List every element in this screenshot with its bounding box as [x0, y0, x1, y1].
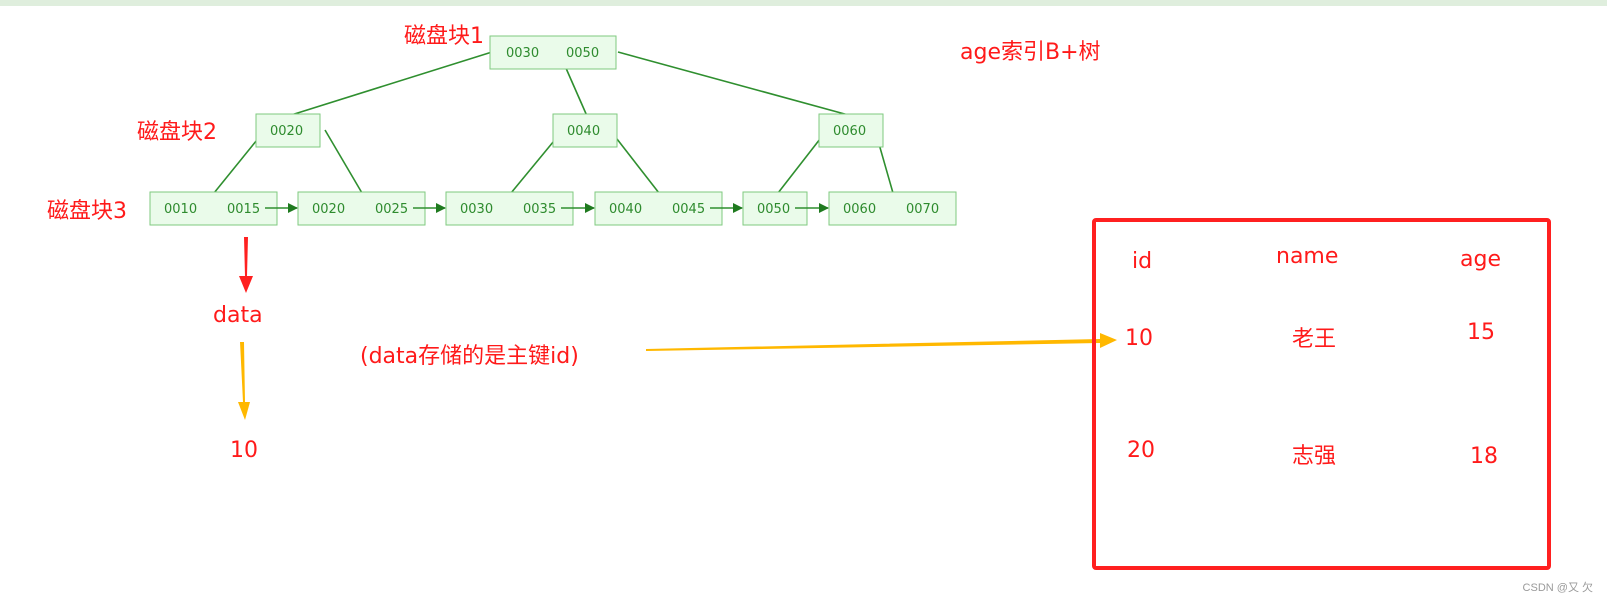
table-header-age: age [1460, 247, 1501, 272]
table-cell-name: 老王 [1292, 327, 1337, 352]
data-value: 10 [230, 438, 258, 463]
edge-root-to-node-0020 [287, 51, 493, 117]
node-key: 0060 [833, 124, 866, 139]
leaf-key: 0045 [672, 202, 705, 217]
disk-block-1-label: 磁盘块1 [404, 24, 484, 49]
table-header-name: name [1276, 244, 1339, 269]
tree-leaf: 0030 0035 [445, 191, 574, 226]
tree-leaf: 0020 0025 [297, 191, 426, 226]
leaf-key: 0015 [227, 202, 260, 217]
leaf-key: 0040 [609, 202, 642, 217]
diagram-title: age索引B+树 [960, 40, 1101, 65]
disk-block-2-label: 磁盘块2 [137, 120, 217, 145]
disk-block-3-label: 磁盘块3 [47, 199, 127, 224]
leaf-key: 0060 [843, 202, 876, 217]
node-key: 0040 [567, 124, 600, 139]
tree-leaf: 0010 0015 [149, 191, 278, 226]
red-arrow-icon [239, 237, 253, 293]
table-cell-age: 18 [1470, 444, 1498, 469]
leaf-key: 0050 [757, 202, 790, 217]
tree-leaf: 0060 0070 [828, 191, 957, 226]
long-yellow-arrow-icon [646, 333, 1117, 351]
leaf-key: 0030 [460, 202, 493, 217]
tree-leaf: 0040 0045 [594, 191, 723, 226]
node-key: 0020 [270, 124, 303, 139]
tree-node-root: 0030 0050 [489, 35, 617, 70]
leaf-key: 0070 [906, 202, 939, 217]
leaf-key: 0010 [164, 202, 197, 217]
node-key: 0030 [506, 46, 539, 61]
table-header-id: id [1132, 249, 1153, 274]
edge-root-to-node-0060 [617, 51, 853, 117]
table-cell-id: 10 [1125, 326, 1153, 351]
watermark: CSDN @又 欠 [1522, 582, 1593, 594]
tree-node-level2: 0060 [818, 113, 884, 148]
leaf-key: 0025 [375, 202, 408, 217]
table-cell-age: 15 [1467, 320, 1495, 345]
data-label: data [213, 303, 263, 328]
primary-key-note: (data存储的是主键id) [360, 344, 579, 369]
tree-node-level2: 0040 [552, 113, 618, 148]
tree-node-level2: 0020 [255, 113, 321, 148]
leaf-key: 0020 [312, 202, 345, 217]
yellow-arrow-icon [238, 342, 250, 420]
table-cell-id: 20 [1127, 438, 1155, 463]
edge-0020-to-leaf2 [324, 129, 363, 194]
leaf-key: 0035 [523, 202, 556, 217]
node-key: 0050 [566, 46, 599, 61]
table-cell-name: 志强 [1292, 444, 1337, 469]
